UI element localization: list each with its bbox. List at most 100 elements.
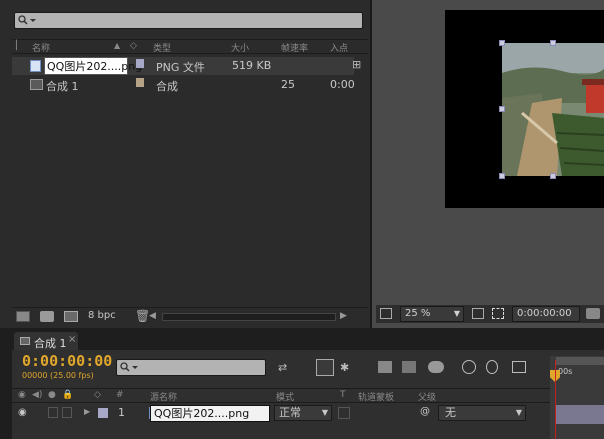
region-of-interest-icon[interactable] — [472, 308, 484, 319]
transform-handle[interactable] — [499, 106, 505, 112]
layer-name[interactable]: QQ图片202....png — [150, 405, 270, 422]
tab-composition[interactable]: 合成 1 × — [14, 332, 78, 350]
project-search-input[interactable] — [14, 12, 363, 29]
column-parent[interactable]: 父级 — [418, 390, 436, 403]
project-item-size: 519 KB — [232, 59, 272, 72]
eye-icon[interactable]: ◉ — [18, 407, 27, 418]
column-in[interactable]: 入点 — [330, 41, 348, 54]
column-name[interactable]: 名称 — [32, 41, 50, 54]
project-item-row[interactable]: QQ图片202....png PNG 文件 519 KB — [12, 57, 354, 75]
search-icon — [120, 362, 130, 372]
chevron-down-icon — [30, 19, 36, 22]
label-swatch[interactable] — [136, 59, 144, 68]
timeline-search-input[interactable] — [116, 359, 266, 376]
stopwatch-icon[interactable] — [486, 360, 498, 374]
sort-arrow-icon[interactable]: ▲ — [114, 41, 120, 50]
playhead-line[interactable] — [555, 360, 556, 439]
column-mode[interactable]: 模式 — [276, 390, 294, 403]
layer-duration-bar[interactable] — [556, 405, 604, 424]
interpret-footage-icon[interactable] — [16, 311, 30, 322]
column-type[interactable]: 类型 — [153, 41, 171, 54]
viewer-toolbar: 25 % ▼ 0:00:00:00 — [376, 305, 604, 323]
chevron-down-icon: ▼ — [453, 309, 460, 318]
flowchart-icon[interactable]: ⊞ — [352, 58, 366, 72]
draft-3d-icon[interactable] — [316, 359, 334, 376]
layer-image-preview[interactable] — [502, 43, 604, 176]
auto-keyframe-icon[interactable] — [462, 360, 476, 374]
column-size[interactable]: 大小 — [231, 41, 249, 54]
motion-blur-icon[interactable] — [402, 361, 416, 373]
timeline-switches: ⇄ ✱ — [278, 359, 548, 377]
project-item-type: 合成 — [156, 80, 178, 93]
transform-handle[interactable] — [550, 40, 556, 46]
panel-divider[interactable] — [370, 0, 372, 328]
bit-depth[interactable]: 8 bpc — [88, 310, 116, 321]
panel-gutter — [0, 350, 12, 439]
solo-icon: ● — [48, 390, 56, 400]
work-area-bar[interactable] — [556, 357, 604, 365]
brainstorm-icon[interactable] — [428, 361, 444, 373]
project-item-name[interactable]: QQ图片202....png — [44, 57, 142, 75]
project-item-row[interactable]: 合成 1 合成 25 0:00 — [12, 76, 355, 94]
camera-snapshot-icon[interactable] — [586, 308, 600, 319]
expand-arrow-icon[interactable]: ▶ — [84, 407, 90, 416]
zoom-value: 25 % — [405, 308, 431, 319]
transform-handle[interactable] — [550, 173, 556, 179]
pick-whip-icon[interactable]: @ — [420, 406, 430, 417]
column-t[interactable]: T — [340, 390, 346, 400]
transform-handle[interactable] — [499, 173, 505, 179]
chevron-down-icon: ▼ — [515, 408, 522, 417]
project-column-header: ▏ 名称 ▲ ◇ 类型 大小 帧速率 入点 — [12, 39, 368, 54]
timeline-column-header: ◉ ◀) ● 🔒 ◇ # 源名称 模式 T 轨道蒙板 父级 — [12, 388, 550, 403]
chevron-down-icon: ▼ — [321, 408, 328, 417]
frame-rate-display: 00000 (25.00 fps) — [22, 371, 94, 380]
mode-dropdown[interactable]: 正常 ▼ — [274, 405, 332, 421]
lock-icon: 🔒 — [62, 390, 74, 400]
trash-icon[interactable]: 🗑 — [135, 309, 150, 323]
transform-handle[interactable] — [499, 40, 505, 46]
chevron-down-icon — [132, 366, 138, 369]
audio-icon: ◀) — [32, 390, 43, 400]
label-swatch[interactable] — [136, 78, 144, 87]
zoom-dropdown[interactable]: 25 % ▼ — [400, 306, 464, 322]
project-item-type: PNG 文件 — [156, 61, 205, 74]
current-time-display[interactable]: 0:00:00:00 — [22, 352, 112, 370]
timeline-tab-bar — [0, 328, 604, 350]
parent-dropdown[interactable]: 无 ▼ — [438, 405, 526, 421]
project-item-framerate: 25 — [281, 78, 295, 91]
parent-value: 无 — [445, 406, 456, 419]
ruler-label: 00s — [558, 367, 573, 376]
tab-label: 合成 1 — [34, 337, 67, 350]
mode-value: 正常 — [279, 406, 301, 419]
search-icon — [18, 15, 28, 25]
shy-layers-icon[interactable]: ✱ — [340, 361, 349, 374]
layer-row[interactable]: ◉ ▶ 1 正常 ▼ @ 无 ▼ — [12, 404, 550, 424]
always-preview-icon[interactable] — [380, 308, 392, 319]
frame-blending-icon[interactable] — [378, 361, 392, 373]
solo-toggle[interactable] — [48, 407, 58, 418]
new-composition-icon[interactable] — [64, 311, 78, 322]
project-item-name[interactable]: 合成 1 — [46, 78, 79, 94]
transparency-grid-icon[interactable] — [492, 308, 504, 319]
viewer-timecode[interactable]: 0:00:00:00 — [512, 306, 580, 322]
video-icon: ◉ — [18, 390, 26, 400]
project-bottom-bar: 8 bpc 🗑 ◀ ▶ — [12, 307, 368, 326]
lock-toggle[interactable] — [62, 407, 72, 418]
scroll-right-icon[interactable]: ▶ — [340, 311, 347, 321]
tag-icon: ◇ — [94, 390, 101, 400]
column-framerate[interactable]: 帧速率 — [281, 41, 308, 54]
scroll-left-icon[interactable]: ◀ — [149, 311, 156, 321]
label-icon: ▏ — [16, 41, 23, 51]
horizontal-scrollbar[interactable] — [162, 313, 336, 321]
comp-mini-flowchart-icon[interactable]: ⇄ — [278, 361, 287, 374]
column-trkmat[interactable]: 轨道蒙板 — [358, 390, 394, 403]
preserve-transparency-toggle[interactable] — [338, 407, 350, 419]
new-folder-icon[interactable] — [40, 311, 54, 322]
graph-editor-icon[interactable] — [512, 361, 526, 373]
label-swatch[interactable] — [98, 408, 108, 418]
project-item-in: 0:00 — [330, 78, 355, 91]
column-hash[interactable]: # — [116, 390, 124, 400]
png-file-icon — [30, 60, 41, 72]
column-source-name[interactable]: 源名称 — [150, 390, 177, 403]
close-icon[interactable]: × — [68, 334, 76, 345]
